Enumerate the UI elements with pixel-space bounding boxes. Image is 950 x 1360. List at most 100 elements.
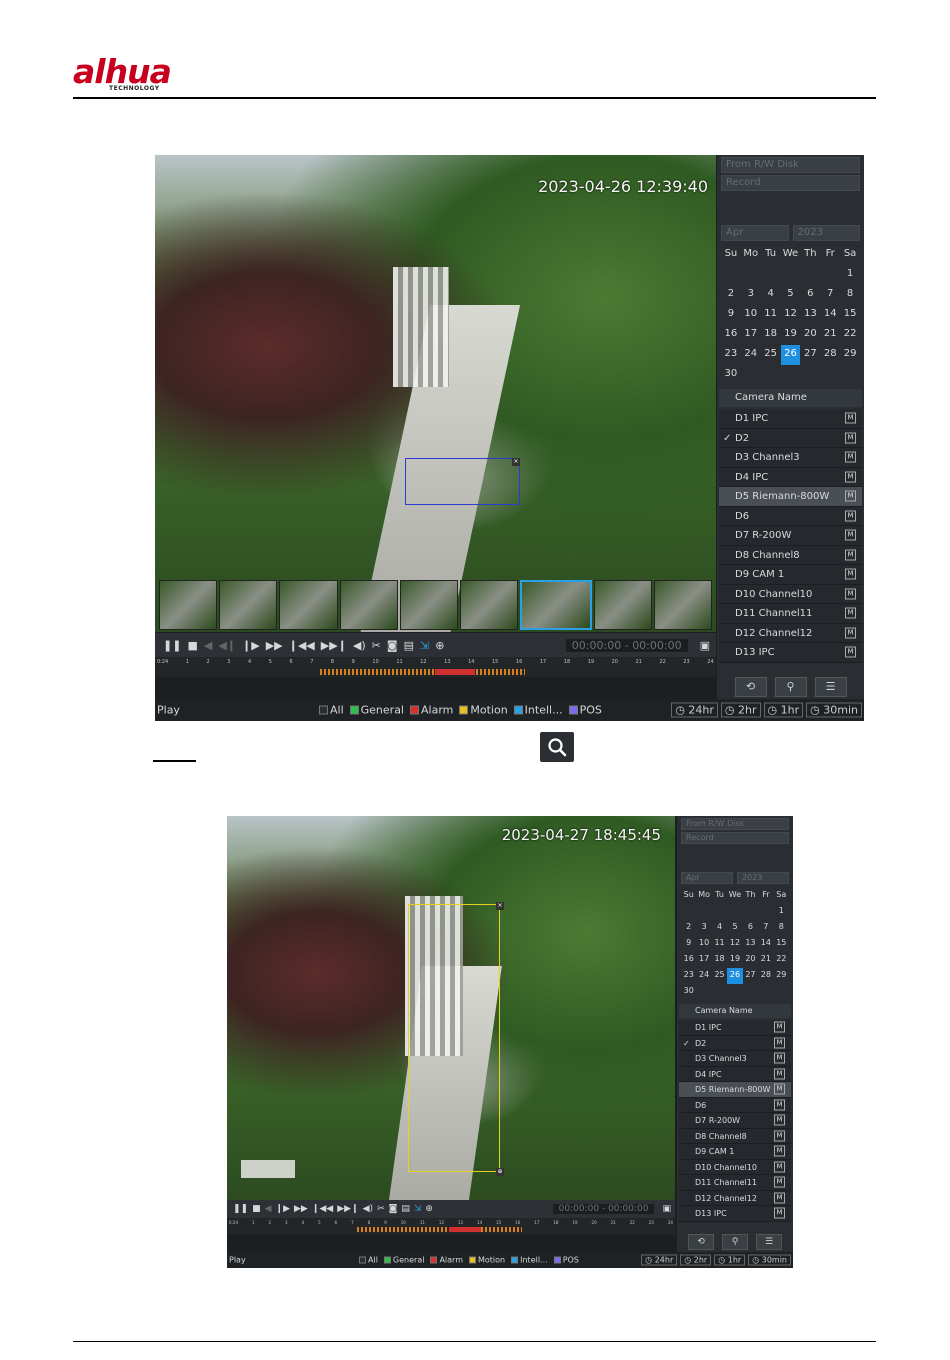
time-range-button[interactable]: ◷ 24hr	[641, 1254, 678, 1266]
time-range-field[interactable]: 00:00:00 - 00:00:00	[552, 1204, 655, 1214]
camera-row[interactable]: D7 R-200W M	[719, 526, 862, 546]
calendar-day[interactable]: 7	[758, 920, 773, 936]
timeline[interactable]: 0:24 1 2 3 4 5 6 7 8 9 10 11 12 13 14 15 16 17 18 19 20 21 22 2…	[227, 1218, 675, 1234]
legend-item[interactable]: Alarm	[430, 1256, 463, 1265]
step-forward-icon[interactable]: ❙▶	[276, 1204, 290, 1214]
calendar-day[interactable]: 14	[758, 936, 773, 952]
thumbnail-strip[interactable]	[159, 580, 713, 630]
calendar-day[interactable]: 27	[800, 345, 820, 365]
main-stream-badge[interactable]: M	[774, 1037, 785, 1049]
year-select[interactable]: 2023	[737, 872, 789, 884]
camera-row[interactable]: D4 IPC M	[679, 1066, 791, 1082]
list-icon[interactable]: ☰	[814, 677, 847, 697]
camera-row[interactable]: D6 M	[719, 506, 862, 526]
time-range-button[interactable]: ◷ 30min	[806, 702, 862, 718]
camera-row[interactable]: D5 Riemann-800W M	[719, 487, 862, 507]
previous-icon[interactable]: ❙◀◀	[312, 1204, 333, 1214]
calendar-day[interactable]: 7	[820, 285, 840, 305]
thumbnail[interactable]	[219, 580, 278, 630]
camera-row[interactable]: D3 Channel3 M	[719, 448, 862, 468]
clip-icon[interactable]: ✂	[377, 1204, 385, 1214]
calendar-day[interactable]: 9	[681, 936, 696, 952]
thumbnail[interactable]	[653, 580, 713, 630]
legend-item[interactable]: Motion	[469, 1256, 505, 1265]
legend-item[interactable]: POS	[568, 704, 602, 717]
calendar-day[interactable]: 6	[800, 285, 820, 305]
main-stream-badge[interactable]: M	[774, 1176, 785, 1188]
timeline[interactable]: 0:24 1 2 3 4 5 6 7 8 9 10 11 12 13 14 15 16 17 18 19 20 21 22 2…	[155, 657, 716, 677]
zoom-region-box[interactable]: ×	[405, 458, 520, 505]
tag-icon[interactable]: ▤	[404, 639, 414, 652]
volume-icon[interactable]: ◀)	[353, 639, 366, 652]
legend-item[interactable]: POS	[553, 1256, 579, 1265]
calendar-day[interactable]: 11	[712, 936, 727, 952]
calendar-day[interactable]: 13	[743, 936, 758, 952]
main-stream-badge[interactable]: M	[845, 549, 856, 561]
next-icon[interactable]: ▶▶❙	[321, 639, 347, 652]
legend-checkbox[interactable]	[469, 1256, 476, 1264]
camera-row[interactable]: D4 IPC M	[719, 467, 862, 487]
legend-checkbox[interactable]	[383, 1256, 391, 1264]
main-stream-badge[interactable]: M	[845, 627, 856, 639]
thumbnail[interactable]	[279, 580, 338, 630]
main-stream-badge[interactable]: M	[774, 1161, 785, 1173]
video-view-zoomed[interactable]: 2023-04-27 18:45:45 × ⊕	[227, 816, 675, 1208]
calendar-day[interactable]: 30	[721, 365, 741, 385]
main-stream-badge[interactable]: M	[845, 451, 856, 463]
calendar-day[interactable]: 23	[681, 968, 696, 984]
camera-row[interactable]: D11 Channel11 M	[719, 604, 862, 624]
camera-row[interactable]: D3 Channel3 M	[679, 1051, 791, 1067]
calendar-day[interactable]: 13	[800, 305, 820, 325]
fast-forward-icon[interactable]: ▶▶	[266, 639, 283, 652]
camera-row[interactable]: D6 M	[679, 1097, 791, 1113]
main-stream-badge[interactable]: M	[774, 1114, 785, 1126]
calendar-day[interactable]: 28	[820, 345, 840, 365]
calendar-day[interactable]: 15	[774, 936, 789, 952]
main-stream-badge[interactable]: M	[774, 1207, 785, 1219]
type-select[interactable]: Record	[681, 832, 789, 844]
search-icon[interactable]: ⚲	[774, 677, 807, 697]
camera-row[interactable]: D12 Channel12 M	[719, 623, 862, 643]
calendar-day[interactable]: 22	[840, 325, 860, 345]
calendar-day[interactable]: 26	[780, 345, 801, 365]
camera-row[interactable]: D13 IPC M	[719, 643, 862, 663]
thumbnail[interactable]	[460, 580, 519, 630]
main-stream-badge[interactable]: M	[845, 529, 856, 541]
month-select[interactable]: Apr	[721, 225, 789, 241]
main-stream-badge[interactable]: M	[774, 1130, 785, 1142]
source-select[interactable]: From R/W Disk	[721, 157, 860, 173]
calendar-day[interactable]: 30	[681, 984, 696, 1000]
calendar-day[interactable]: 20	[743, 952, 758, 968]
camera-row[interactable]: D12 Channel12 M	[679, 1190, 791, 1206]
calendar-day[interactable]: 18	[712, 952, 727, 968]
legend-item[interactable]: Motion	[459, 704, 508, 717]
main-stream-badge[interactable]: M	[845, 412, 856, 424]
calendar-day[interactable]: 12	[727, 936, 742, 952]
close-icon[interactable]: ×	[496, 902, 504, 910]
camera-row[interactable]: D8 Channel8 M	[679, 1128, 791, 1144]
calendar-day[interactable]: 14	[820, 305, 840, 325]
main-stream-badge[interactable]: M	[845, 646, 856, 658]
calendar-day[interactable]: 19	[727, 952, 742, 968]
camera-checkbox[interactable]: ✓	[683, 1036, 690, 1051]
main-stream-badge[interactable]: M	[845, 568, 856, 580]
camera-row[interactable]: D11 Channel11 M	[679, 1175, 791, 1191]
main-stream-badge[interactable]: M	[845, 510, 856, 522]
calendar-day[interactable]: 20	[800, 325, 820, 345]
camera-row[interactable]: ✓ D2 M	[719, 428, 862, 448]
sync-icon[interactable]: ⟲	[688, 1234, 714, 1250]
calendar-day[interactable]: 6	[743, 920, 758, 936]
thumbnail[interactable]	[339, 580, 398, 630]
camera-row[interactable]: D1 IPC M	[719, 409, 862, 429]
stop-icon[interactable]: ■	[252, 1204, 261, 1214]
main-stream-badge[interactable]: M	[845, 471, 856, 483]
legend-checkbox[interactable]	[459, 705, 469, 715]
camera-row[interactable]: D5 Riemann-800W M	[679, 1082, 791, 1098]
calendar-day[interactable]: 15	[840, 305, 860, 325]
time-range-button[interactable]: ◷ 30min	[748, 1254, 791, 1266]
calendar-day[interactable]: 1	[840, 265, 860, 285]
smart-search-icon[interactable]: ⇲	[414, 1204, 422, 1214]
calendar-day[interactable]: 24	[741, 345, 761, 365]
main-stream-badge[interactable]: M	[845, 432, 856, 444]
previous-icon[interactable]: ❙◀◀	[289, 639, 315, 652]
